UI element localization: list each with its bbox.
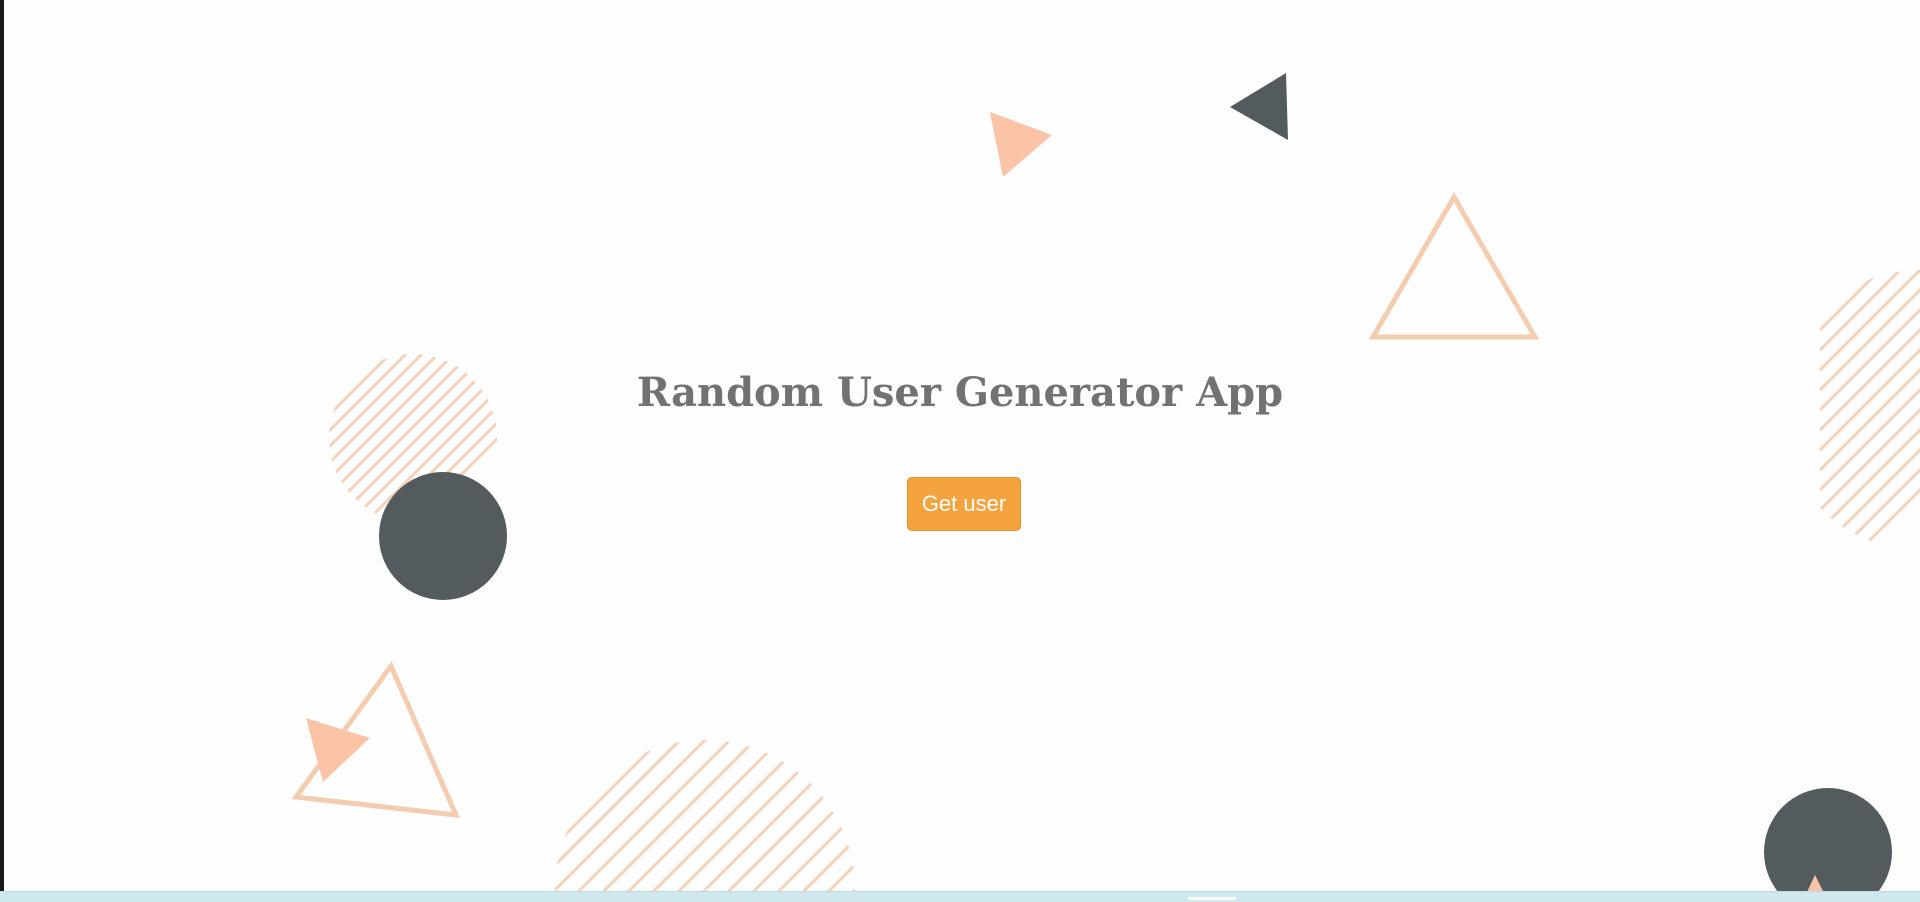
bottom-scrollbar[interactable] — [0, 891, 1920, 902]
peach-triangle-top — [990, 112, 1052, 177]
dark-triangle-top — [1230, 73, 1288, 140]
background-decoration — [291, 73, 1920, 902]
page: Random User Generator App Get user — [0, 0, 1920, 902]
hatched-circle-bottom — [555, 740, 855, 902]
get-user-button[interactable]: Get user — [907, 477, 1021, 531]
outline-triangle-right — [1368, 192, 1540, 340]
dark-circle-left — [379, 472, 507, 600]
scrollbar-thumb[interactable] — [1188, 897, 1236, 900]
page-title: Random User Generator App — [636, 369, 1284, 416]
dark-circle-bottom-right — [1764, 788, 1892, 902]
